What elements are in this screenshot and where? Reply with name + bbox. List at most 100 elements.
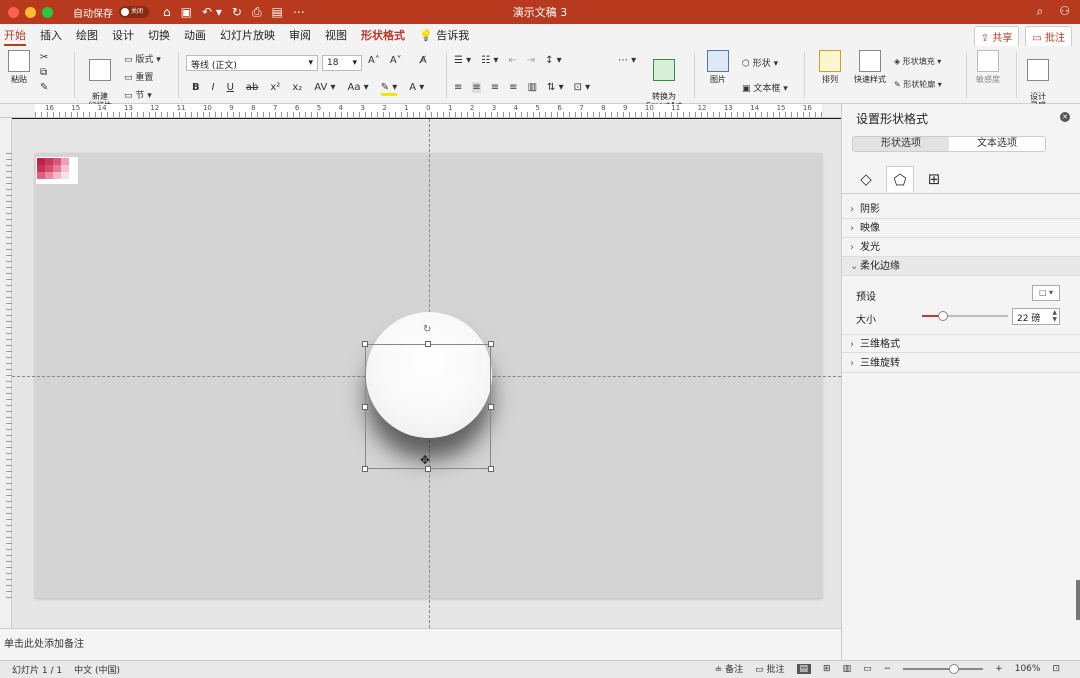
tab-draw[interactable]: 绘图	[76, 27, 98, 43]
size-slider[interactable]	[922, 311, 1008, 321]
fill-line-icon[interactable]: ◇	[852, 166, 880, 192]
tab-view[interactable]: 视图	[325, 27, 347, 43]
shape-fill-button[interactable]: ◈ 形状填充 ▾	[894, 56, 942, 67]
tab-text-options[interactable]: 文本选项	[949, 137, 1045, 151]
change-case-button[interactable]: Aa ▾	[348, 82, 369, 96]
slider-knob[interactable]	[938, 311, 948, 321]
account-icon[interactable]: ⚇	[1059, 4, 1070, 19]
resize-handle[interactable]	[425, 341, 431, 347]
tab-review[interactable]: 审阅	[289, 27, 311, 43]
zoom-in-icon[interactable]: +	[995, 664, 1003, 674]
reading-view-icon[interactable]: ▥	[843, 664, 852, 674]
zoom-knob[interactable]	[949, 663, 960, 674]
tab-animations[interactable]: 动画	[184, 27, 206, 43]
notes-button[interactable]: ≐ 备注	[715, 662, 743, 675]
numbering-icon[interactable]: ☷ ▾	[481, 55, 498, 66]
font-color-icon[interactable]: A ▾	[409, 82, 424, 96]
zoom-value[interactable]: 106%	[1015, 664, 1041, 674]
tab-transitions[interactable]: 切换	[148, 27, 170, 43]
resize-handle[interactable]	[488, 404, 494, 410]
slideshow-icon[interactable]: ▭	[863, 664, 872, 674]
color-swatch-image[interactable]	[36, 157, 78, 184]
autosave-toggle[interactable]: 关闭	[119, 6, 149, 18]
tab-slideshow[interactable]: 幻灯片放映	[220, 27, 275, 43]
undo-icon[interactable]: ↶ ▾	[202, 5, 222, 20]
font-size-select[interactable]: 18 ▾	[322, 55, 362, 71]
slide-canvas[interactable]: ↻ ✥	[12, 119, 841, 628]
highlight-icon[interactable]: ✎ ▾	[380, 82, 398, 96]
char-spacing-button[interactable]: AV ▾	[314, 82, 335, 96]
section-reflection[interactable]: › 映像	[842, 219, 1080, 238]
line-spacing-icon[interactable]: ↕ ▾	[545, 55, 562, 66]
resize-handle[interactable]	[362, 466, 368, 472]
tab-tell-me[interactable]: 💡 告诉我	[419, 27, 469, 43]
arrange-button[interactable]: 排列	[812, 46, 848, 85]
reset-button[interactable]: ▭ 重置	[124, 70, 161, 83]
layout-button[interactable]: ▭ 版式 ▾	[124, 52, 161, 65]
cut-icon[interactable]: ✂	[40, 52, 48, 63]
tab-home[interactable]: 开始	[4, 27, 26, 46]
size-stepper[interactable]: 22 磅 ▲ ▼	[1012, 308, 1060, 325]
section-shadow[interactable]: › 阴影	[842, 200, 1080, 219]
share-button[interactable]: ⇪ 共享	[973, 26, 1020, 47]
tab-shape-options[interactable]: 形状选项	[853, 137, 949, 151]
underline-button[interactable]: U	[227, 82, 234, 96]
resize-handle[interactable]	[488, 341, 494, 347]
more-icon[interactable]: ⋯	[293, 5, 305, 20]
paste-button[interactable]: 粘贴	[4, 46, 34, 85]
strikethrough-button[interactable]: ab	[246, 82, 258, 96]
search-icon[interactable]: ⌕	[1037, 4, 1044, 19]
normal-view-icon[interactable]: ▤	[796, 663, 812, 674]
superscript-button[interactable]: x²	[270, 82, 280, 96]
text-direction-icon[interactable]: ⇅ ▾	[547, 82, 564, 93]
shrink-font-icon[interactable]: A˅	[390, 55, 402, 66]
shape-outline-button[interactable]: ✎ 形状轮廓 ▾	[894, 79, 942, 90]
align-center-icon[interactable]: ≡	[472, 82, 481, 93]
bold-button[interactable]: B	[192, 82, 200, 96]
textbox-button[interactable]: ▣ 文本框 ▾	[742, 81, 788, 94]
copy-icon[interactable]: ⧉	[40, 67, 48, 78]
section-3d-format[interactable]: › 三维格式	[842, 334, 1080, 353]
zoom-slider[interactable]	[903, 663, 984, 674]
fit-slide-icon[interactable]: ⊡	[1052, 664, 1060, 674]
decrease-indent-icon[interactable]: ⇤	[508, 55, 516, 66]
tab-design[interactable]: 设计	[112, 27, 134, 43]
resize-handle[interactable]	[362, 341, 368, 347]
section-3d-rotation[interactable]: › 三维旋转	[842, 354, 1080, 373]
font-name-select[interactable]: 等线 (正文) ▾	[186, 55, 318, 71]
grow-font-icon[interactable]: A˄	[368, 55, 380, 66]
effects-pentagon-icon[interactable]: ⬠	[886, 166, 914, 192]
comments-button[interactable]: ▭ 批注	[1025, 26, 1072, 47]
justify-icon[interactable]: ≡	[509, 82, 517, 93]
slide-sorter-icon[interactable]: ⊞	[823, 664, 831, 674]
increase-indent-icon[interactable]: ⇥	[527, 55, 535, 66]
close-icon[interactable]: ✕	[1060, 112, 1070, 122]
columns-icon[interactable]: ⋯ ▾	[618, 55, 636, 66]
sensitivity-button[interactable]: 敏感度	[970, 46, 1006, 85]
maximize-window-button[interactable]	[42, 6, 53, 18]
quick-styles-button[interactable]: 快速样式	[850, 46, 890, 85]
section-glow[interactable]: › 发光	[842, 238, 1080, 257]
shape-button[interactable]: ⬡ 形状 ▾	[742, 56, 788, 69]
align-left-icon[interactable]: ≡	[454, 82, 462, 93]
redo-icon[interactable]: ↻	[232, 5, 242, 20]
section-soft-edges[interactable]: ⌄ 柔化边缘	[842, 257, 1080, 276]
preset-dropdown[interactable]: □ ▾	[1032, 285, 1060, 301]
subscript-button[interactable]: x₂	[292, 82, 302, 96]
close-window-button[interactable]	[8, 6, 19, 18]
selection-box[interactable]	[365, 344, 491, 469]
zoom-out-icon[interactable]: −	[884, 664, 892, 674]
print-icon[interactable]: ⎙	[252, 5, 262, 20]
resize-handle[interactable]	[362, 404, 368, 410]
size-properties-icon[interactable]: ⊞	[920, 166, 948, 192]
save-icon[interactable]: ▣	[181, 5, 192, 20]
rotate-handle-icon[interactable]: ↻	[423, 324, 431, 335]
comments-status-button[interactable]: ▭ 批注	[755, 662, 784, 675]
italic-button[interactable]: I	[212, 82, 215, 96]
align-text-icon[interactable]: ⊡ ▾	[574, 82, 591, 93]
language-indicator[interactable]: 中文 (中国)	[74, 663, 120, 676]
minimize-window-button[interactable]	[25, 6, 36, 18]
customize-icon[interactable]: ▤	[272, 5, 283, 20]
align-right-icon[interactable]: ≡	[491, 82, 499, 93]
resize-handle[interactable]	[488, 466, 494, 472]
